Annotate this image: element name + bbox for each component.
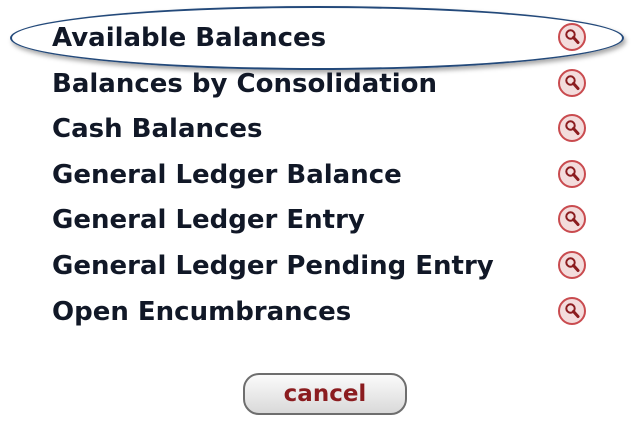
lookup-row-balances-by-consolidation: Balances by Consolidation	[52, 65, 592, 111]
magnifier-icon[interactable]	[557, 68, 587, 98]
available-balances-link[interactable]: Available Balances	[52, 23, 326, 53]
balance-lookup-list: Available Balances Balances by Consolida…	[52, 19, 592, 338]
lookup-row-general-ledger-entry: General Ledger Entry	[52, 201, 592, 247]
lookup-row-general-ledger-pending-entry: General Ledger Pending Entry	[52, 247, 592, 293]
lookup-row-available-balances: Available Balances	[52, 19, 592, 65]
magnifier-icon[interactable]	[557, 296, 587, 326]
balances-by-consolidation-link[interactable]: Balances by Consolidation	[52, 69, 437, 99]
magnifier-icon[interactable]	[557, 113, 587, 143]
lookup-row-cash-balances: Cash Balances	[52, 110, 592, 156]
magnifier-icon[interactable]	[557, 204, 587, 234]
open-encumbrances-link[interactable]: Open Encumbrances	[52, 297, 351, 327]
magnifier-icon[interactable]	[557, 159, 587, 189]
general-ledger-pending-entry-link[interactable]: General Ledger Pending Entry	[52, 251, 494, 281]
lookup-row-open-encumbrances: Open Encumbrances	[52, 293, 592, 339]
cash-balances-link[interactable]: Cash Balances	[52, 114, 263, 144]
magnifier-icon[interactable]	[557, 22, 587, 52]
lookup-row-general-ledger-balance: General Ledger Balance	[52, 156, 592, 202]
cancel-button[interactable]: cancel	[243, 373, 407, 415]
general-ledger-balance-link[interactable]: General Ledger Balance	[52, 160, 402, 190]
magnifier-icon[interactable]	[557, 250, 587, 280]
general-ledger-entry-link[interactable]: General Ledger Entry	[52, 205, 365, 235]
